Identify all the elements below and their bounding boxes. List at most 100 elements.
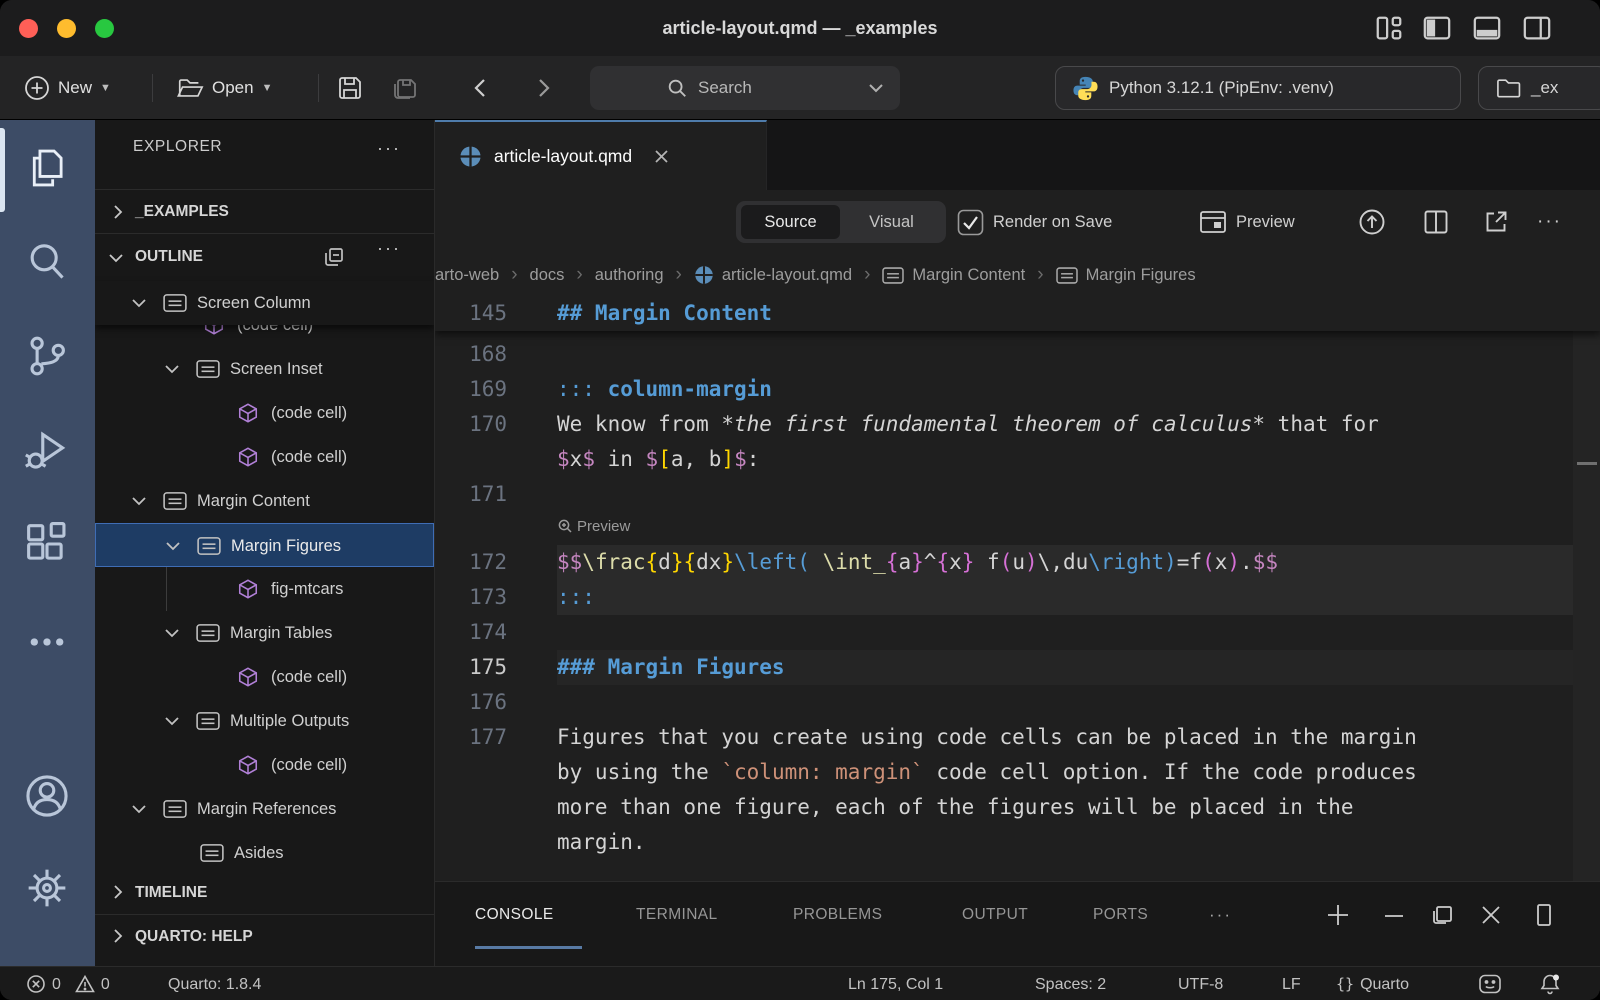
- extensions-icon[interactable]: [23, 520, 71, 568]
- panel-tab-terminal[interactable]: TERMINAL: [636, 882, 718, 948]
- search-view-icon[interactable]: [23, 238, 71, 286]
- visual-mode-button[interactable]: Visual: [842, 205, 941, 239]
- preview-button[interactable]: Preview: [1199, 190, 1295, 254]
- split-editor-button[interactable]: [1423, 190, 1449, 254]
- render-on-save-checkbox[interactable]: Render on Save: [957, 190, 1112, 254]
- search-input[interactable]: Search: [590, 66, 900, 110]
- outline-item-margin-content[interactable]: Margin Content: [95, 479, 434, 523]
- search-placeholder: Search: [698, 78, 752, 98]
- collapse-all-icon[interactable]: [323, 246, 345, 268]
- save-button[interactable]: [336, 56, 364, 120]
- tab-article-layout[interactable]: article-layout.qmd: [435, 120, 767, 190]
- source-control-icon[interactable]: [23, 332, 71, 380]
- breadcrumb-item[interactable]: docs: [530, 266, 565, 285]
- eol-status[interactable]: LF: [1282, 967, 1301, 1000]
- workspace-selector[interactable]: _ex: [1478, 66, 1600, 110]
- outline-item-margin-tables[interactable]: Margin Tables: [95, 611, 434, 655]
- breadcrumb-item[interactable]: article-layout.qmd: [694, 265, 852, 285]
- cursor-position-status[interactable]: Ln 175, Col 1: [848, 967, 943, 1000]
- customize-layout-icon[interactable]: [1374, 13, 1404, 43]
- breadcrumb-item[interactable]: Margin Figures: [1056, 266, 1196, 285]
- outline-item-margin-references[interactable]: Margin References: [95, 787, 434, 831]
- editor-more-actions-icon[interactable]: ···: [1537, 190, 1562, 254]
- panel-tab-problems[interactable]: PROBLEMS: [793, 882, 882, 948]
- toggle-bottom-panel-icon[interactable]: [1472, 13, 1502, 43]
- math-preview-codelens[interactable]: Preview: [557, 511, 630, 541]
- breadcrumb-label: Margin Figures: [1086, 266, 1196, 285]
- outline-item-margin-figures[interactable]: Margin Figures: [95, 523, 434, 567]
- section-outline[interactable]: OUTLINE ···: [95, 234, 434, 280]
- open-in-new-window-button[interactable]: [1483, 190, 1509, 254]
- error-count: 0: [52, 968, 61, 1000]
- account-icon[interactable]: [23, 772, 71, 820]
- panel-tab-output[interactable]: OUTPUT: [962, 882, 1028, 948]
- editor-scrollbar[interactable]: [1573, 296, 1600, 881]
- section-symbol-icon: [200, 843, 224, 863]
- breadcrumb-item[interactable]: Margin Content: [882, 266, 1025, 285]
- outline-item--code-cell-[interactable]: (code cell): [95, 435, 434, 479]
- code-text: more than one figure, each of the figure…: [557, 790, 1354, 825]
- section-quarto-help[interactable]: QUARTO: HELP: [95, 915, 434, 958]
- warnings-icon: [75, 974, 95, 994]
- panel-minimize-icon[interactable]: [1379, 900, 1409, 930]
- encoding-status[interactable]: UTF-8: [1178, 967, 1223, 1000]
- outline-item-screen-inset[interactable]: Screen Inset: [95, 347, 434, 391]
- new-button[interactable]: New ▼: [24, 56, 111, 120]
- language-mode-status[interactable]: {} Quarto: [1336, 967, 1409, 1000]
- panel-close-icon[interactable]: [1476, 900, 1506, 930]
- outline-item--code-cell-[interactable]: (code cell): [95, 391, 434, 435]
- navigate-back-button[interactable]: [470, 56, 492, 120]
- outline-item-fig-mtcars[interactable]: fig-mtcars: [95, 567, 434, 611]
- feedback-status[interactable]: [1478, 967, 1502, 1000]
- outline-item-screen-column[interactable]: Screen Column: [95, 281, 434, 325]
- quarto-version-status[interactable]: Quarto: 1.8.4: [168, 967, 261, 1000]
- toggle-left-sidebar-icon[interactable]: [1422, 13, 1452, 43]
- navigate-forward-button[interactable]: [532, 56, 554, 120]
- outline-item--code-cell-[interactable]: (code cell): [95, 743, 434, 787]
- close-tab-icon[interactable]: [654, 149, 669, 164]
- explorer-more-actions-icon[interactable]: ···: [377, 138, 401, 159]
- chevron-down-icon: [868, 82, 884, 94]
- toggle-right-sidebar-icon[interactable]: [1522, 13, 1552, 43]
- breadcrumb-separator: ›: [1037, 264, 1043, 286]
- code-cell-cube-icon: [237, 578, 259, 600]
- code-line: margin.: [435, 825, 1600, 860]
- publish-button[interactable]: [1357, 190, 1387, 254]
- chevron-left-icon: [470, 76, 492, 100]
- more-views-icon[interactable]: [23, 618, 71, 666]
- explorer-icon[interactable]: [23, 144, 71, 192]
- chevron-down-icon: [108, 250, 124, 266]
- breadcrumb-item[interactable]: authoring: [595, 266, 664, 285]
- save-all-button[interactable]: [390, 56, 420, 120]
- outline-more-actions-icon[interactable]: ···: [377, 238, 401, 259]
- breadcrumb-separator: ›: [676, 264, 682, 286]
- outline-item-label: Margin References: [197, 787, 336, 831]
- breadcrumb-item[interactable]: arto-web: [435, 266, 499, 285]
- section-examples[interactable]: _EXAMPLES: [95, 190, 434, 234]
- panel-add-icon[interactable]: [1323, 900, 1353, 930]
- code-line: 170We know from *the first fundamental t…: [435, 407, 1600, 442]
- interpreter-selector[interactable]: Python 3.12.1 (PipEnv: .venv): [1055, 66, 1461, 110]
- outline-item-asides[interactable]: Asides: [95, 831, 434, 875]
- code-cell-cube-icon: [237, 666, 259, 688]
- source-mode-button[interactable]: Source: [741, 205, 840, 239]
- open-button[interactable]: Open ▼: [176, 56, 272, 120]
- code-editor[interactable]: Preview 145## Margin Content168169::: co…: [435, 296, 1600, 881]
- chevron-down-icon: [130, 294, 148, 312]
- outline-item--code-cell-[interactable]: (code cell): [95, 655, 434, 699]
- notifications-status[interactable]: [1538, 967, 1562, 1000]
- panel-tab-ports[interactable]: PORTS: [1093, 882, 1148, 948]
- section-timeline[interactable]: TIMELINE: [95, 871, 434, 914]
- outline-item-multiple-outputs[interactable]: Multiple Outputs: [95, 699, 434, 743]
- panel-tab-console[interactable]: CONSOLE: [475, 882, 554, 948]
- outline-item-label: Multiple Outputs: [230, 699, 349, 743]
- problems-status[interactable]: 0 0: [26, 967, 110, 1000]
- panel-more-tabs-icon[interactable]: ···: [1209, 882, 1232, 948]
- panel-maximize-icon[interactable]: [1529, 900, 1559, 930]
- editor-area: article-layout.qmd Source Visual Render …: [434, 120, 1600, 966]
- indentation-status[interactable]: Spaces: 2: [1035, 967, 1106, 1000]
- settings-gear-icon[interactable]: [23, 864, 71, 912]
- panel-restore-icon[interactable]: [1428, 900, 1458, 930]
- run-debug-icon[interactable]: [23, 426, 71, 474]
- preview-layout-icon: [1199, 210, 1227, 234]
